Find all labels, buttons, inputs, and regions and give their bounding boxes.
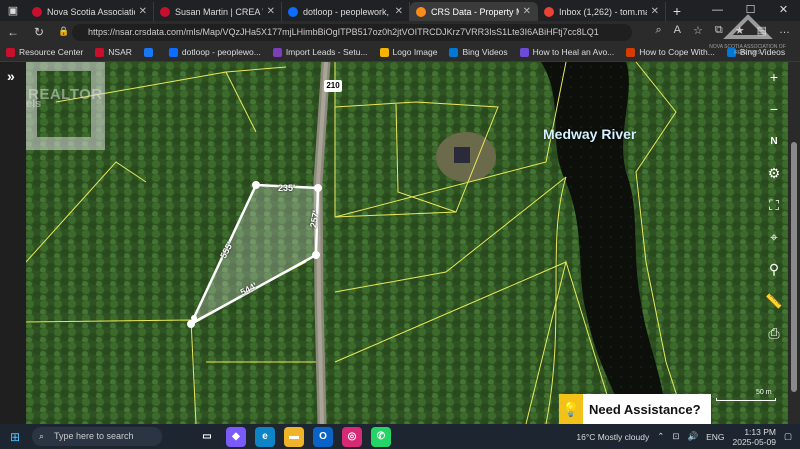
page-scrollbar[interactable] (788, 62, 800, 424)
weather-text[interactable]: 16°C Mostly cloudy (576, 432, 649, 442)
lightbulb-icon: 💡 (559, 394, 583, 424)
map-scale: 50 m (716, 389, 776, 401)
copilot-icon[interactable]: ◆ (226, 426, 246, 447)
browser-tab[interactable]: dotloop - peoplework, not pa✕ (282, 2, 410, 21)
taskbar-search[interactable]: ⌕ Type here to search (32, 427, 162, 446)
tab-strip: ▣ Nova Scotia Association of Re✕Susan Ma… (0, 0, 800, 21)
close-tab-icon[interactable]: ✕ (395, 6, 403, 17)
tab-favicon-icon (416, 6, 426, 17)
locate-icon[interactable]: ⌖ (763, 226, 785, 248)
expand-panel-icon[interactable]: » (7, 68, 15, 84)
bookmark-favicon-icon (449, 47, 459, 57)
zoom-in-icon[interactable]: + (763, 66, 785, 88)
windows-start-icon[interactable]: ⊞ (0, 430, 30, 444)
map-toolbar: + − N ⚙ ⛶ ⌖ ⚲ 📏 ⎙ (760, 62, 788, 344)
compass-icon[interactable]: N (763, 130, 785, 152)
tab-actions-icon[interactable]: ▣ (0, 0, 26, 21)
nsar-logo: NOVA SCOTIA ASSOCIATION OF REALTORS (700, 12, 795, 62)
whatsapp-icon[interactable]: ✆ (371, 426, 391, 447)
bookmark-item[interactable] (143, 47, 157, 57)
tab-favicon-icon (544, 6, 554, 17)
close-tab-icon[interactable]: ✕ (139, 6, 147, 17)
zoom-out-icon[interactable]: − (763, 98, 785, 120)
new-tab-button[interactable]: + (666, 0, 688, 21)
taskbar: ⊞ ⌕ Type here to search ▭ ◆ e ▬ O ◎ ✆ 16… (0, 424, 800, 449)
bookmark-favicon-icon (143, 47, 153, 57)
river-label: Medway River (543, 126, 637, 142)
bookmark-item[interactable]: How to Heal an Avo... (519, 47, 614, 57)
lock-icon[interactable]: 🔒 (58, 26, 69, 37)
bookmark-item[interactable]: Bing Videos (449, 47, 508, 57)
browser-tab[interactable]: CRS Data - Property Map for✕ (410, 2, 538, 21)
map-imagery (26, 62, 788, 424)
bookmark-favicon-icon (519, 47, 529, 57)
bookmark-favicon-icon (379, 47, 389, 57)
file-explorer-icon[interactable]: ▬ (284, 426, 304, 447)
browser-tab[interactable]: Inbox (1,262) - tom.martin@✕ (538, 2, 666, 21)
dimension-label: 235' (278, 183, 296, 193)
search-icon: ⌕ (39, 431, 45, 441)
bookmark-item[interactable]: Import Leads - Setu... (272, 47, 368, 57)
bookmark-favicon-icon (626, 47, 636, 57)
need-assistance-button[interactable]: 💡 Need Assistance? (559, 394, 711, 424)
volume-icon[interactable]: 🔊 (687, 431, 698, 442)
url-input[interactable]: https://nsar.crsdata.com/mls/Map/VQzJHa5… (72, 24, 632, 41)
instagram-icon[interactable]: ◎ (342, 426, 362, 447)
property-map[interactable]: els REALTOR 210 Medway River 235' 257' 5… (26, 62, 788, 424)
network-icon[interactable]: ⊡ (672, 431, 679, 442)
refresh-icon[interactable]: ↻ (26, 25, 52, 39)
bookmark-item[interactable]: Resource Center (6, 47, 83, 57)
clock[interactable]: 1:13 PM 2025-05-09 (732, 427, 775, 447)
measure-icon[interactable]: 📏 (763, 290, 785, 312)
realtor-watermark: els REALTOR (26, 62, 121, 172)
close-tab-icon[interactable]: ✕ (651, 6, 659, 17)
road-shield: 210 (324, 80, 342, 92)
search-map-icon[interactable]: ⚲ (763, 258, 785, 280)
task-view-icon[interactable]: ▭ (197, 427, 217, 447)
fullscreen-icon[interactable]: ⛶ (763, 194, 785, 216)
read-aloud-icon[interactable]: A (674, 24, 681, 37)
browser-tab[interactable]: Susan Martin | CREA WEBForm✕ (154, 2, 282, 21)
bookmarks-bar: Resource Center NSAR dotloop - peoplewo...… (0, 43, 800, 62)
close-tab-icon[interactable]: ✕ (267, 6, 275, 17)
browser-tab[interactable]: Nova Scotia Association of Re✕ (26, 2, 154, 21)
back-icon[interactable]: ← (0, 25, 26, 39)
bookmark-item[interactable]: dotloop - peoplewo... (168, 47, 261, 57)
zoom-icon[interactable]: ⌕ (655, 24, 661, 37)
edge-icon[interactable]: e (255, 426, 275, 447)
tab-favicon-icon (160, 6, 170, 17)
tab-favicon-icon (32, 6, 42, 17)
print-icon[interactable]: ⎙ (763, 322, 785, 344)
settings-icon[interactable]: ⚙ (763, 162, 785, 184)
outlook-icon[interactable]: O (313, 426, 333, 447)
tab-favicon-icon (288, 6, 298, 17)
close-tab-icon[interactable]: ✕ (523, 6, 531, 17)
bookmark-favicon-icon (6, 47, 15, 57)
tray-overflow-icon[interactable]: ⌃ (657, 431, 664, 442)
notifications-icon[interactable]: ▢ (784, 431, 792, 442)
bookmark-item[interactable]: NSAR (95, 47, 132, 57)
bookmark-favicon-icon (168, 47, 178, 57)
left-panel (0, 62, 26, 424)
bookmark-favicon-icon (95, 47, 105, 57)
bookmark-favicon-icon (272, 47, 282, 57)
language-indicator[interactable]: ENG (706, 432, 724, 442)
bookmark-item[interactable]: Logo Image (379, 47, 437, 57)
address-bar-row: ← ↻ 🔒 https://nsar.crsdata.com/mls/Map/V… (0, 21, 800, 43)
system-tray: 16°C Mostly cloudy ⌃ ⊡ 🔊 ENG 1:13 PM 202… (576, 424, 792, 449)
